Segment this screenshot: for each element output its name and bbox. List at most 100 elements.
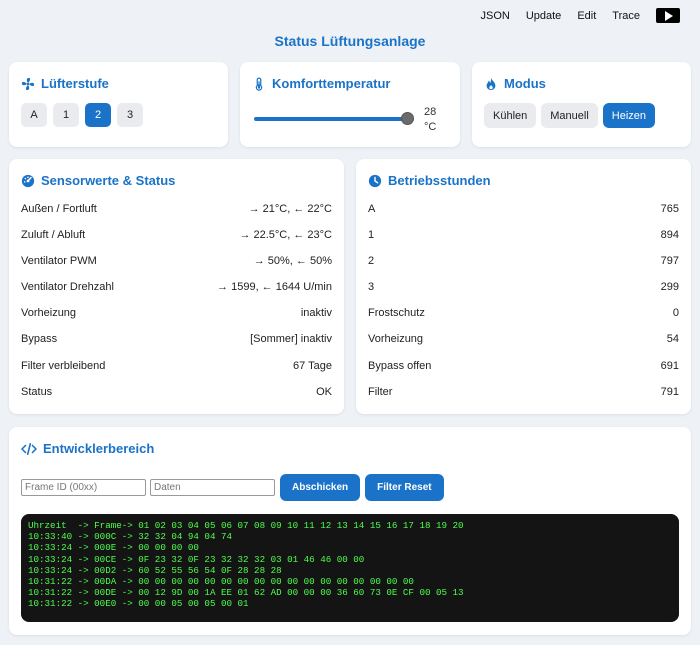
clock-icon (368, 174, 382, 187)
hours-value: 791 (660, 385, 679, 398)
console-line: 10:31:22 -> 00DA -> 00 00 00 00 00 00 00… (28, 576, 414, 588)
hours-row: Vorheizung 54 (368, 331, 679, 357)
sensor-value: OK (316, 385, 332, 398)
hours-row: 1 894 (368, 227, 679, 253)
temperature-number: 28 (424, 106, 437, 118)
sensor-value: → 50%, ← 50% (253, 255, 332, 268)
sensor-label: Ventilator PWM (21, 255, 97, 268)
developer-area-title: Entwicklerbereich (21, 441, 154, 456)
hours-row: Filter 791 (368, 384, 679, 410)
sensor-status-card: Sensorwerte & Status Außen / Fortluft → 2… (9, 159, 344, 414)
sensor-value: → 22.5°C, ← 23°C (239, 229, 332, 242)
mode-button-manual[interactable]: Manuell (541, 103, 598, 128)
console-line: 10:33:24 -> 000E -> 00 00 00 00 (28, 542, 199, 554)
temperature-slider-thumb[interactable] (401, 112, 414, 125)
operating-hours-card: Betriebsstunden A 765 1 894 2 797 3 299 Fros… (356, 159, 691, 414)
hours-row: 3 299 (368, 279, 679, 305)
filter-reset-button[interactable]: Filter Reset (365, 474, 444, 501)
sensor-label: Zuluft / Abluft (21, 229, 86, 242)
fan-level-button-3[interactable]: 3 (117, 103, 143, 127)
page-title: Status Lüftungsanlage (274, 33, 426, 49)
sensor-label: Ventilator Drehzahl (21, 281, 114, 294)
sensor-rows: Außen / Fortluft → 21°C, ← 22°C Zuluft / … (21, 201, 332, 410)
hours-row: Bypass offen 691 (368, 358, 679, 384)
sensor-label: Außen / Fortluft (21, 203, 97, 215)
comfort-temperature-title: Komforttemperatur (252, 76, 390, 91)
temperature-slider-track[interactable] (254, 117, 410, 121)
hours-label: Filter (368, 385, 393, 398)
hours-label: Vorheizung (368, 333, 424, 346)
mode-button-cooling[interactable]: Kühlen (484, 103, 537, 128)
sensor-row: Status OK (21, 384, 332, 410)
fan-level-button-2[interactable]: 2 (85, 103, 111, 127)
sensor-row: Vorheizung inaktiv (21, 305, 332, 331)
youtube-play-icon[interactable] (656, 8, 680, 23)
mode-card: Modus Kühlen Manuell Heizen (472, 62, 691, 147)
fan-level-title-text: Lüfterstufe (41, 76, 109, 91)
operating-hours-title: Betriebsstunden (368, 173, 491, 188)
sensor-row: Außen / Fortluft → 21°C, ← 22°C (21, 201, 332, 227)
gauge-icon (21, 174, 35, 187)
sensor-status-title-text: Sensorwerte & Status (41, 173, 176, 188)
hours-label: 1 (368, 229, 375, 242)
sensor-row: Bypass [Sommer] inaktiv (21, 331, 332, 357)
hours-row: 2 797 (368, 253, 679, 279)
mode-title-text: Modus (504, 76, 546, 91)
console-line: 10:33:40 -> 000C -> 32 32 04 94 04 74 (28, 531, 232, 543)
hours-value: 765 (660, 203, 679, 215)
developer-area-title-text: Entwicklerbereich (43, 441, 155, 456)
sensor-row: Ventilator Drehzahl → 1599, ← 1644 U/min (21, 279, 332, 305)
hours-value: 54 (666, 333, 679, 346)
sensor-value: 67 Tage (293, 359, 332, 372)
edit-link[interactable]: Edit (577, 10, 596, 22)
sensor-row: Filter verbleibend 67 Tage (21, 358, 332, 384)
hours-label: Frostschutz (368, 307, 425, 320)
developer-inputs: Abschicken Filter Reset (21, 474, 444, 501)
mode-button-heating[interactable]: Heizen (602, 103, 656, 128)
fan-level-card: Lüfterstufe A 1 2 3 (9, 62, 228, 147)
thermometer-icon (255, 76, 263, 91)
mode-buttons: Kühlen Manuell Heizen (484, 103, 656, 128)
console-line: 10:31:22 -> 00E0 -> 00 00 05 00 05 00 01 (28, 598, 249, 610)
sensor-row: Ventilator PWM → 50%, ← 50% (21, 253, 332, 279)
sensor-label: Bypass (21, 333, 58, 346)
trace-console: Uhrzeit -> Frame-> 01 02 03 04 05 06 07 … (21, 514, 679, 622)
hours-rows: A 765 1 894 2 797 3 299 Frostschutz 0 Vorheiz… (368, 201, 679, 410)
fan-level-button-1[interactable]: 1 (53, 103, 79, 127)
sensor-label: Status (21, 385, 53, 398)
sensor-value: inaktiv (300, 307, 332, 320)
json-link[interactable]: JSON (480, 10, 509, 22)
developer-area-card: Entwicklerbereich Abschicken Filter Rese… (9, 427, 691, 635)
hours-label: 3 (368, 281, 375, 294)
console-line: Uhrzeit -> Frame-> 01 02 03 04 05 06 07 … (28, 520, 464, 531)
update-link[interactable]: Update (526, 10, 561, 22)
hours-value: 691 (660, 359, 679, 372)
comfort-temperature-card: Komforttemperatur 28 °C (240, 62, 460, 147)
flame-icon (486, 77, 496, 90)
console-line: 10:31:22 -> 00DE -> 00 12 9D 00 1A EE 01… (28, 587, 464, 599)
hours-value: 299 (660, 281, 679, 294)
fan-icon (21, 77, 35, 90)
hours-value: 0 (672, 307, 679, 320)
send-button[interactable]: Abschicken (280, 474, 361, 501)
data-input[interactable] (150, 479, 275, 496)
fan-level-title: Lüfterstufe (21, 76, 109, 91)
sensor-label: Vorheizung (21, 307, 77, 320)
sensor-value: [Sommer] inaktiv (250, 333, 332, 346)
hours-label: A (368, 203, 376, 215)
top-nav: JSON Update Edit Trace (480, 8, 680, 23)
sensor-row: Zuluft / Abluft → 22.5°C, ← 23°C (21, 227, 332, 253)
fan-level-button-a[interactable]: A (21, 103, 47, 127)
console-line: 10:33:24 -> 00CE -> 0F 23 32 0F 23 32 32… (28, 553, 365, 565)
operating-hours-title-text: Betriebsstunden (388, 173, 491, 188)
sensor-label: Filter verbleibend (21, 359, 106, 372)
console-line: 10:33:24 -> 00D2 -> 60 52 55 56 54 0F 28… (28, 564, 282, 576)
sensor-status-title: Sensorwerte & Status (21, 173, 175, 188)
hours-row: A 765 (368, 201, 679, 227)
fan-level-buttons: A 1 2 3 (21, 103, 143, 127)
trace-link[interactable]: Trace (612, 10, 640, 22)
hours-value: 894 (660, 229, 679, 242)
frame-id-input[interactable] (21, 479, 146, 496)
mode-title: Modus (484, 76, 546, 91)
temperature-unit: °C (424, 121, 437, 133)
